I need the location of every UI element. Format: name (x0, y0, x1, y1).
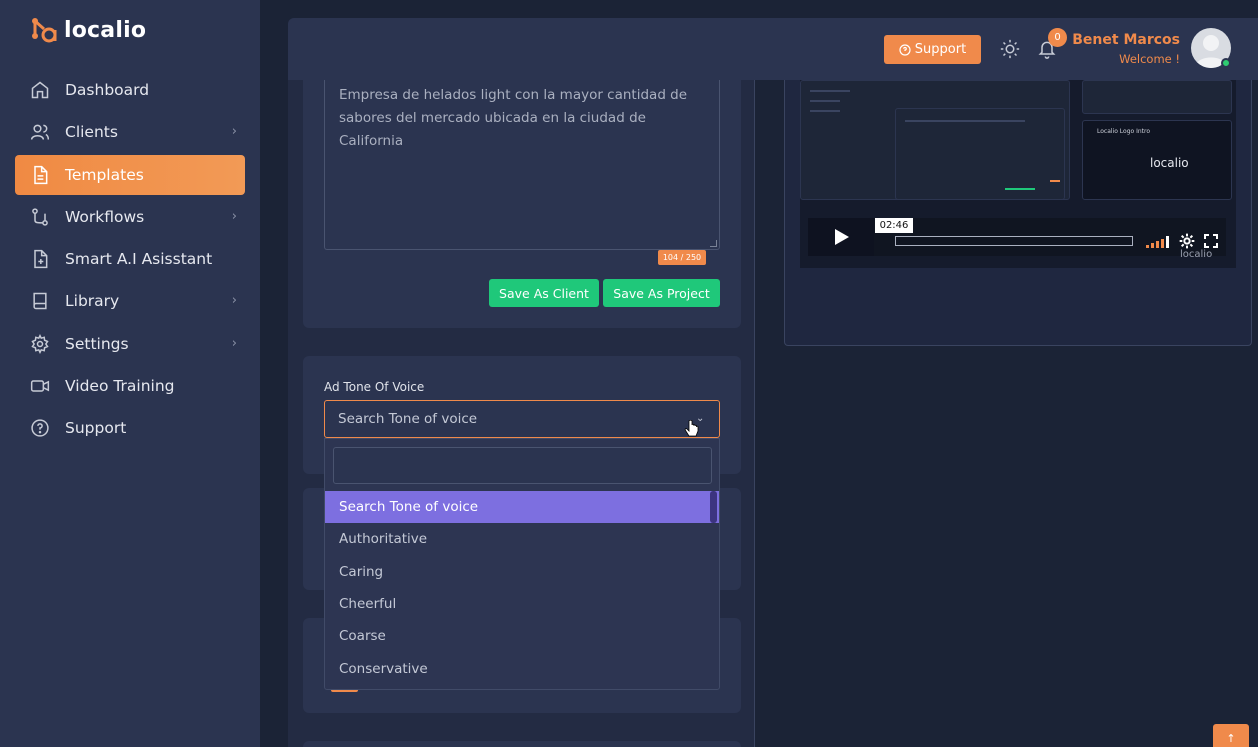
sidebar-item-label: Settings (65, 334, 129, 353)
sidebar-item-workflows[interactable]: Workflows › (15, 197, 245, 237)
save-as-client-button[interactable]: Save As Client (489, 279, 599, 307)
volume-icon[interactable] (1146, 236, 1170, 248)
file-plus-icon (29, 248, 51, 270)
sidebar-item-label: Clients (65, 123, 118, 142)
video-time: 02:46 (875, 218, 913, 233)
tone-option[interactable]: Caring (325, 556, 719, 588)
tone-option[interactable]: Search Tone of voice (325, 491, 719, 524)
support-button[interactable]: Support (884, 35, 981, 64)
video-frame-line (810, 100, 840, 102)
pointer-cursor-icon (684, 420, 699, 437)
topbar: Support 0 Benet Marcos Welcome ! (288, 18, 1258, 80)
sidebar-item-support[interactable]: Support (15, 408, 245, 448)
online-status-indicator (1221, 58, 1231, 68)
chevron-right-icon: › (231, 208, 237, 224)
fullscreen-icon[interactable] (1204, 234, 1218, 248)
sidebar-item-templates[interactable]: Templates (15, 154, 245, 195)
chevron-right-icon: › (231, 124, 237, 140)
sidebar-item-smart-ai-assistant[interactable]: Smart A.I Asisstant (15, 239, 245, 279)
character-counter: 104 / 250 (658, 250, 706, 265)
play-button[interactable] (808, 218, 874, 256)
sidebar-item-label: Video Training (65, 377, 175, 396)
save-as-project-button[interactable]: Save As Project (603, 279, 720, 307)
scroll-to-top-button[interactable]: ↑ (1213, 724, 1249, 747)
book-icon (29, 290, 51, 312)
video-settings-icon[interactable] (1179, 233, 1195, 249)
video-inner-logo: localio (1150, 156, 1189, 170)
brand-name: localio (64, 17, 147, 43)
video-frame-line (905, 120, 1025, 122)
sidebar-item-label: Library (65, 292, 120, 311)
tone-search-input[interactable] (333, 447, 712, 484)
resize-handle[interactable] (710, 240, 717, 247)
users-icon (29, 121, 51, 143)
document-icon (29, 164, 51, 186)
support-button-label: Support (914, 42, 967, 57)
video-inner-title: Localio Logo Intro (1097, 128, 1151, 135)
tone-dropdown: Search Tone of voice Authoritative Carin… (324, 438, 720, 690)
tone-option[interactable]: Conservative (325, 652, 719, 684)
video-frame-line (1050, 180, 1060, 182)
video-frame-line (1005, 188, 1035, 190)
video-watermark: localio (1180, 249, 1213, 260)
user-name[interactable]: Benet Marcos (1072, 32, 1180, 48)
sidebar-item-label: Templates (65, 165, 144, 184)
video-icon (29, 375, 51, 397)
tone-option[interactable]: Coarse (325, 620, 719, 652)
arrow-up-icon: ↑ (1226, 732, 1236, 745)
sidebar-item-library[interactable]: Library › (15, 281, 245, 321)
help-circle-icon (29, 417, 51, 439)
video-progress-bar[interactable] (895, 236, 1133, 246)
logo-mark-icon (30, 16, 58, 44)
tone-option[interactable]: Authoritative (325, 523, 719, 555)
video-frame-line (810, 110, 840, 112)
theme-toggle-icon[interactable] (1000, 39, 1020, 59)
sidebar-item-clients[interactable]: Clients › (15, 112, 245, 152)
user-welcome: Welcome ! (1119, 52, 1180, 66)
brand-logo[interactable]: localio (30, 16, 146, 44)
help-circle-icon (899, 43, 911, 56)
dropdown-scrollbar[interactable] (710, 491, 717, 523)
tone-label: Ad Tone Of Voice (324, 380, 425, 394)
sidebar-nav: Dashboard Clients › Templates Workflows … (15, 70, 245, 451)
git-branch-icon (29, 206, 51, 228)
tone-option[interactable]: Cheerful (325, 588, 719, 620)
tone-select-value: Search Tone of voice (338, 411, 478, 427)
sidebar-item-label: Smart A.I Asisstant (65, 250, 213, 269)
sidebar-item-dashboard[interactable]: Dashboard (15, 70, 245, 110)
sidebar-item-video-training[interactable]: Video Training (15, 366, 245, 406)
description-textarea[interactable]: Empresa de helados light con la mayor ca… (324, 78, 720, 250)
gear-icon (29, 333, 51, 355)
chevron-right-icon: › (231, 335, 237, 351)
video-frame-line (810, 90, 850, 92)
video-frame-panel (1082, 80, 1232, 114)
description-text: Empresa de helados light con la mayor ca… (339, 87, 688, 149)
sidebar-item-label: Support (65, 419, 127, 438)
chevron-right-icon: › (231, 293, 237, 309)
sidebar-item-settings[interactable]: Settings › (15, 324, 245, 364)
tone-options: Search Tone of voice Authoritative Carin… (325, 491, 719, 685)
sidebar-item-label: Workflows (65, 207, 145, 226)
tone-select[interactable]: Search Tone of voice (324, 400, 720, 438)
play-icon (835, 229, 849, 245)
form-card (303, 741, 741, 747)
sidebar-item-label: Dashboard (65, 81, 150, 99)
home-icon (29, 79, 51, 101)
notification-badge: 0 (1048, 28, 1067, 47)
sidebar: localio Dashboard Clients › Templates Wo… (0, 0, 260, 747)
